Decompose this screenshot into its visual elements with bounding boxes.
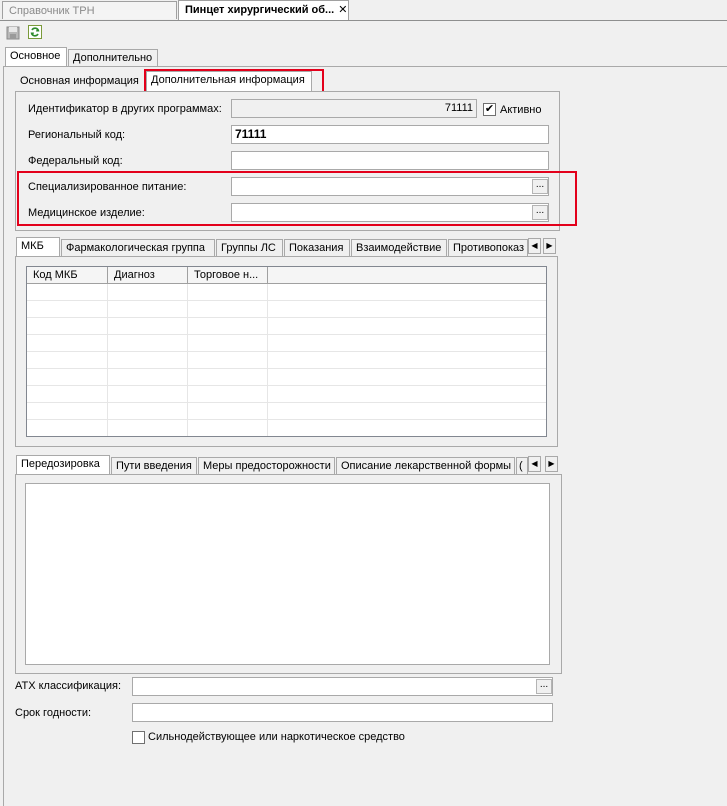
grid-col-line	[107, 284, 108, 436]
shelf-life-field[interactable]	[132, 703, 553, 722]
tab-precautions[interactable]: Меры предосторожности	[198, 457, 335, 475]
atc-label: АТХ классификация:	[15, 680, 122, 692]
external-id-label: Идентификатор в других программах:	[28, 103, 222, 115]
tab-pharm-group[interactable]: Фармакологическая группа	[61, 239, 215, 257]
tab-mkb[interactable]: МКБ	[16, 237, 60, 257]
overdose-text-area[interactable]	[25, 483, 550, 665]
tab-additional[interactable]: Дополнительно	[68, 49, 158, 67]
save-icon[interactable]	[6, 26, 20, 40]
tab-contraindications[interactable]: Противопоказ	[448, 239, 528, 257]
tab-contraindications-label: Противопоказ	[453, 242, 525, 254]
tabs-scroll-left-icon[interactable]: ◀	[528, 456, 541, 472]
grid-row-line	[27, 385, 546, 386]
atc-browse-button[interactable]: ...	[536, 679, 552, 694]
shelf-life-label: Срок годности:	[15, 707, 92, 719]
active-checkbox[interactable]: ✔	[483, 103, 496, 116]
tab-mkb-label: МКБ	[21, 240, 44, 252]
grid-row-line	[27, 334, 546, 335]
tabs-scroll-right-icon[interactable]: ▶	[545, 456, 558, 472]
tab-administration-routes-label: Пути введения	[116, 460, 192, 472]
tab-indications[interactable]: Показания	[284, 239, 350, 257]
potent-label: Сильнодействующее или наркотическое сред…	[148, 731, 405, 743]
tab-additional-label: Дополнительно	[73, 52, 153, 64]
federal-code-field[interactable]	[231, 151, 549, 170]
active-label: Активно	[500, 104, 542, 116]
atc-field[interactable]	[132, 677, 553, 696]
tab-overdose-label: Передозировка	[21, 458, 100, 470]
tab-basic-info-label: Основная информация	[20, 75, 139, 87]
doc-tab-forceps[interactable]: Пинцет хирургический об... ✕	[178, 0, 349, 20]
tab-administration-routes[interactable]: Пути введения	[111, 457, 197, 475]
grid-header-filler	[268, 267, 546, 284]
grid-header-trade-name[interactable]: Торговое н...	[188, 267, 268, 284]
grid-header-mkb-code[interactable]: Код МКБ	[27, 267, 108, 284]
regional-code-field[interactable]: 71111	[231, 125, 549, 144]
grid-row-line	[27, 351, 546, 352]
doc-tab-label: Справочник ТРН	[9, 5, 95, 17]
tab-drug-groups-label: Группы ЛС	[221, 242, 276, 254]
tab-more[interactable]: (	[516, 457, 528, 475]
regional-code-label: Региональный код:	[28, 129, 126, 141]
tab-main[interactable]: Основное	[5, 47, 67, 67]
grid-row-line	[27, 402, 546, 403]
tab-drug-groups[interactable]: Группы ЛС	[216, 239, 283, 257]
grid-header-diagnosis[interactable]: Диагноз	[108, 267, 188, 284]
tab-interaction-label: Взаимодействие	[356, 242, 442, 254]
close-icon[interactable]: ✕	[338, 4, 347, 16]
grid-row-line	[27, 317, 546, 318]
grid-row-line	[27, 300, 546, 301]
tab-more-label: (	[519, 460, 523, 472]
grid-row-line	[27, 419, 546, 420]
tab-indications-label: Показания	[289, 242, 344, 254]
tabs-scroll-right-icon[interactable]: ▶	[543, 238, 556, 254]
tab-dosage-form-label: Описание лекарственной формы	[341, 460, 512, 472]
tab-main-label: Основное	[10, 50, 61, 62]
federal-code-label: Федеральный код:	[28, 155, 123, 167]
mkb-grid[interactable]: Код МКБ Диагноз Торговое н...	[26, 266, 547, 437]
tab-dosage-form[interactable]: Описание лекарственной формы	[336, 457, 515, 475]
grid-col-line	[267, 284, 268, 436]
grid-col-line	[187, 284, 188, 436]
tab-interaction[interactable]: Взаимодействие	[351, 239, 447, 257]
refresh-icon[interactable]	[28, 25, 42, 39]
tabs-scroll-left-icon[interactable]: ◀	[528, 238, 541, 254]
doc-tab-label: Пинцет хирургический об...	[185, 4, 335, 16]
highlight-nutrition-device	[17, 171, 577, 226]
external-id-field: 71111	[231, 99, 477, 118]
grid-row-line	[27, 368, 546, 369]
tab-basic-info[interactable]: Основная информация	[16, 73, 144, 91]
potent-checkbox[interactable]	[132, 731, 145, 744]
doc-tab-reference[interactable]: Справочник ТРН	[2, 1, 177, 19]
tab-overdose[interactable]: Передозировка	[16, 455, 110, 475]
tab-pharm-group-label: Фармакологическая группа	[66, 242, 205, 254]
tab-precautions-label: Меры предосторожности	[203, 460, 331, 472]
